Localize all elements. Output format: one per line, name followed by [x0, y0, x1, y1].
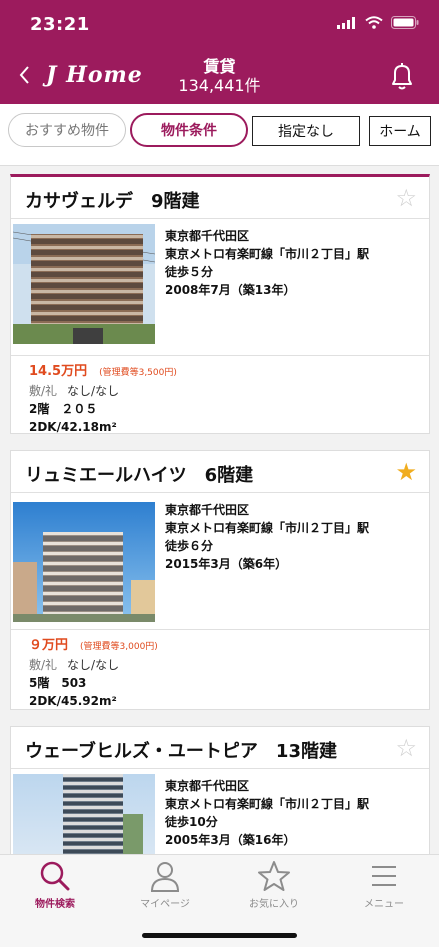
status-icons [337, 16, 419, 29]
listing-built-date: 2005年3月（築16年） [165, 833, 296, 847]
tab-favorites[interactable]: お気に入り [219, 859, 329, 910]
listing-station: 東京メトロ有楽町線「市川２丁目」駅 [165, 247, 370, 261]
management-fee: (管理費等3,500円) [99, 368, 177, 378]
deposit-value: なし/なし [67, 658, 120, 672]
floor-room: 5階 503 [29, 676, 87, 690]
layout-area: 2DK/45.92m² [29, 694, 117, 708]
listing-ward: 東京都千代田区 [165, 229, 250, 243]
layout-area: 2DK/42.18m² [29, 420, 117, 434]
status-bar: 23:21 [0, 0, 439, 52]
deposit-label: 敷/礼 [29, 658, 58, 672]
listing-name: カサヴェルデ 9階建 [25, 191, 200, 212]
bell-icon[interactable] [387, 60, 417, 92]
listing-list[interactable]: カサヴェルデ 9階建 ☆ 東京都千代田区 東京メトロ有楽町線「市川２丁目」駅 徒… [0, 166, 439, 854]
divider [11, 355, 429, 356]
result-count: 134,441件 [178, 76, 261, 95]
tab-mypage[interactable]: マイページ [110, 859, 220, 910]
listing-card[interactable]: ウェーブヒルズ・ユートピア 13階建 ☆ 東京都千代田区 東京メトロ有楽町線「市… [10, 726, 430, 854]
listing-info: 東京都千代田区 東京メトロ有楽町線「市川２丁目」駅 徒歩10分 2005年3月（… [165, 777, 369, 849]
listing-details: ９万円 (管理費等3,000円) 敷/礼 なし/なし 5階 503 2DK/45.… [29, 637, 158, 710]
recommend-chip[interactable]: おすすめ物件 [8, 113, 126, 147]
search-icon [40, 861, 70, 891]
listing-price: ９万円 [29, 638, 69, 653]
conditions-chip[interactable]: 物件条件 [130, 113, 248, 147]
listing-station: 東京メトロ有楽町線「市川２丁目」駅 [165, 797, 370, 811]
home-button[interactable]: ホーム [369, 116, 431, 146]
listing-card[interactable]: リュミエールハイツ 6階建 ★ 東京都千代田区 東京メトロ有楽町線「市川２丁目」… [10, 450, 430, 710]
deposit-label: 敷/礼 [29, 384, 58, 398]
deposit-value: なし/なし [67, 384, 120, 398]
tab-label: メニュー [364, 899, 404, 910]
status-time: 23:21 [30, 14, 90, 35]
listing-ward: 東京都千代田区 [165, 779, 250, 793]
listing-info: 東京都千代田区 東京メトロ有楽町線「市川２丁目」駅 徒歩５分 2008年7月（築… [165, 227, 369, 299]
listing-photo[interactable] [13, 224, 155, 344]
tab-label: 物件検索 [35, 899, 75, 910]
listing-photo[interactable] [13, 774, 155, 854]
listing-built-date: 2008年7月（築13年） [165, 283, 296, 297]
listing-details: 14.5万円 (管理費等3,500円) 敷/礼 なし/なし 2階 ２０５ 2DK/… [29, 363, 177, 436]
menu-icon [372, 866, 396, 886]
listing-built-date: 2015年3月（築6年） [165, 557, 288, 571]
page-title: 賃貸 134,441件 [0, 58, 439, 96]
divider [11, 629, 429, 630]
divider [11, 218, 429, 219]
tab-menu[interactable]: メニュー [329, 859, 439, 910]
listing-photo[interactable] [13, 502, 155, 622]
listing-price: 14.5万円 [29, 364, 88, 379]
signal-icon [337, 16, 355, 29]
person-icon [150, 862, 180, 892]
listing-name: ウェーブヒルズ・ユートピア 13階建 [25, 741, 337, 762]
tab-property-search[interactable]: 物件検索 [0, 859, 110, 910]
listing-ward: 東京都千代田区 [165, 503, 250, 517]
floor-room: 2階 ２０５ [29, 402, 98, 416]
listing-walk-time: 徒歩５分 [165, 265, 214, 279]
nav-bar: J Home 賃貸 134,441件 [0, 52, 439, 104]
listing-card[interactable]: カサヴェルデ 9階建 ☆ 東京都千代田区 東京メトロ有楽町線「市川２丁目」駅 徒… [10, 174, 430, 434]
listing-walk-time: 徒歩６分 [165, 539, 214, 553]
favorite-star-icon[interactable]: ☆ [395, 734, 417, 762]
app-header: 23:21 J Home 賃貸 134,441件 [0, 0, 439, 104]
listing-station: 東京メトロ有楽町線「市川２丁目」駅 [165, 521, 370, 535]
management-fee: (管理費等3,000円) [80, 642, 158, 652]
star-icon [258, 861, 290, 891]
tab-label: マイページ [140, 899, 190, 910]
divider [11, 768, 429, 769]
tab-label: お気に入り [249, 899, 299, 910]
listing-walk-time: 徒歩10分 [165, 815, 218, 829]
filter-row: おすすめ物件 物件条件 指定なし ホーム [0, 104, 439, 166]
no-preference-button[interactable]: 指定なし [252, 116, 360, 146]
page-title-main: 賃貸 [203, 57, 236, 76]
listing-name: リュミエールハイツ 6階建 [25, 465, 254, 486]
wifi-icon [365, 16, 383, 29]
favorite-star-icon[interactable]: ☆ [395, 184, 417, 212]
battery-icon [391, 16, 419, 29]
home-indicator [142, 933, 297, 938]
listing-info: 東京都千代田区 東京メトロ有楽町線「市川２丁目」駅 徒歩６分 2015年3月（築… [165, 501, 369, 573]
divider [11, 492, 429, 493]
favorite-star-icon[interactable]: ★ [395, 458, 417, 486]
